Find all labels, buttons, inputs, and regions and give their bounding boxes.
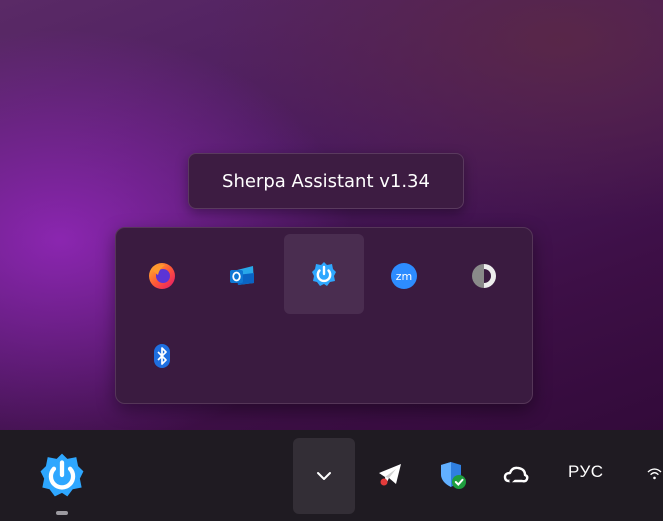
running-app-indicator	[56, 511, 68, 515]
tray-network[interactable]	[646, 456, 663, 492]
telegram-icon	[379, 464, 401, 486]
desktop-wallpaper: Sherpa Assistant v1.34 zm	[0, 0, 663, 430]
tray-overflow-panel: zm	[115, 227, 533, 404]
onedrive-icon	[503, 466, 529, 484]
taskbar: РУС	[0, 430, 663, 521]
tray-item-sherpa-assistant[interactable]	[284, 234, 364, 314]
tooltip-text: Sherpa Assistant v1.34	[222, 170, 430, 192]
tray-item-firefox[interactable]	[122, 236, 202, 316]
defender-icon	[441, 462, 466, 489]
tray-item-contrast[interactable]	[444, 236, 524, 316]
taskbar-app-sherpa-assistant[interactable]	[26, 442, 98, 508]
outlook-icon	[230, 266, 254, 285]
tray-item-zoom[interactable]: zm	[364, 236, 444, 316]
firefox-icon	[149, 263, 175, 289]
tray-telegram[interactable]	[372, 454, 408, 494]
tray-windows-security[interactable]	[434, 454, 472, 496]
bluetooth-icon	[154, 344, 170, 368]
sherpa-assistant-icon	[312, 262, 336, 286]
sherpa-assistant-icon	[40, 453, 84, 497]
zoom-icon: zm	[391, 263, 417, 289]
show-hidden-icons-button[interactable]	[293, 438, 355, 514]
contrast-icon	[472, 264, 496, 288]
tray-item-outlook[interactable]	[202, 236, 282, 316]
tooltip: Sherpa Assistant v1.34	[188, 153, 464, 209]
tray-item-bluetooth[interactable]	[122, 316, 202, 396]
language-indicator[interactable]: РУС	[568, 462, 604, 482]
tray-onedrive[interactable]	[498, 456, 534, 494]
chevron-up-icon	[317, 472, 331, 480]
wifi-icon	[647, 468, 662, 480]
zoom-icon-label: zm	[396, 270, 413, 283]
